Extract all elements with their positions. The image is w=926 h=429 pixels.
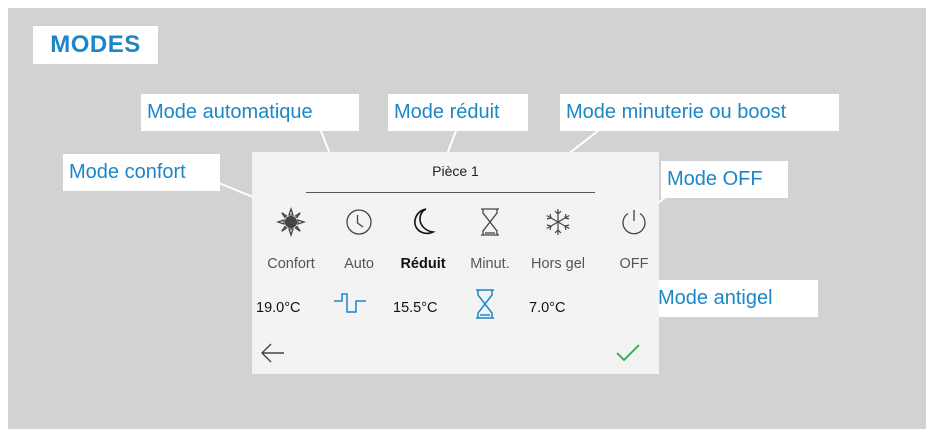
mode-reduit-button[interactable]: Réduit xyxy=(389,204,457,272)
temp-reduit: 15.5°C xyxy=(393,300,438,316)
callout-mode-automatique: Mode automatique xyxy=(141,94,359,131)
moon-icon xyxy=(405,204,441,240)
temp-confort: 19.0°C xyxy=(256,300,301,316)
callout-label: Mode confort xyxy=(69,161,186,183)
callout-mode-confort: Mode confort xyxy=(63,154,220,191)
callout-mode-reduit: Mode réduit xyxy=(388,94,528,131)
sun-icon xyxy=(273,204,309,240)
thermostat-screen: Pièce 1 Confort Auto Réduit Minut. Hors … xyxy=(252,152,659,374)
hourglass-icon xyxy=(472,204,508,240)
room-title: Pièce 1 xyxy=(432,163,479,179)
temp-hors-gel: 7.0°C xyxy=(529,300,566,316)
callout-label: Mode réduit xyxy=(394,101,500,123)
back-arrow-icon[interactable] xyxy=(260,342,286,369)
hourglass-active-icon xyxy=(474,288,496,325)
callout-mode-antigel: Mode antigel xyxy=(652,280,818,317)
callout-label: Mode antigel xyxy=(658,287,773,309)
mode-minuterie-button[interactable]: Minut. xyxy=(456,204,524,272)
callout-mode-off: Mode OFF xyxy=(661,161,788,198)
mode-confort-button[interactable]: Confort xyxy=(257,204,325,272)
mode-label-auto: Auto xyxy=(344,256,374,272)
snowflake-icon xyxy=(540,204,576,240)
callout-label: Mode automatique xyxy=(147,101,313,123)
mode-label-reduit: Réduit xyxy=(400,256,446,272)
page-title: MODES xyxy=(50,31,141,58)
callout-mode-minuterie: Mode minuterie ou boost xyxy=(560,94,839,131)
schedule-icon xyxy=(332,292,372,321)
room-title-underline xyxy=(306,192,595,193)
callout-label: Mode OFF xyxy=(667,168,763,190)
clock-icon xyxy=(341,204,377,240)
mode-off-button[interactable]: OFF xyxy=(606,204,662,272)
mode-auto-button[interactable]: Auto xyxy=(325,204,393,272)
mode-hors-gel-button[interactable]: Hors gel xyxy=(524,204,592,272)
check-icon[interactable] xyxy=(615,342,641,369)
mode-label-minuterie: Minut. xyxy=(470,256,510,272)
power-icon xyxy=(616,204,652,240)
mode-label-off: OFF xyxy=(619,256,649,272)
mode-label-hors-gel: Hors gel xyxy=(531,256,585,272)
page-title-box: MODES xyxy=(33,26,158,64)
mode-label-confort: Confort xyxy=(267,256,315,272)
callout-label: Mode minuterie ou boost xyxy=(566,101,787,123)
